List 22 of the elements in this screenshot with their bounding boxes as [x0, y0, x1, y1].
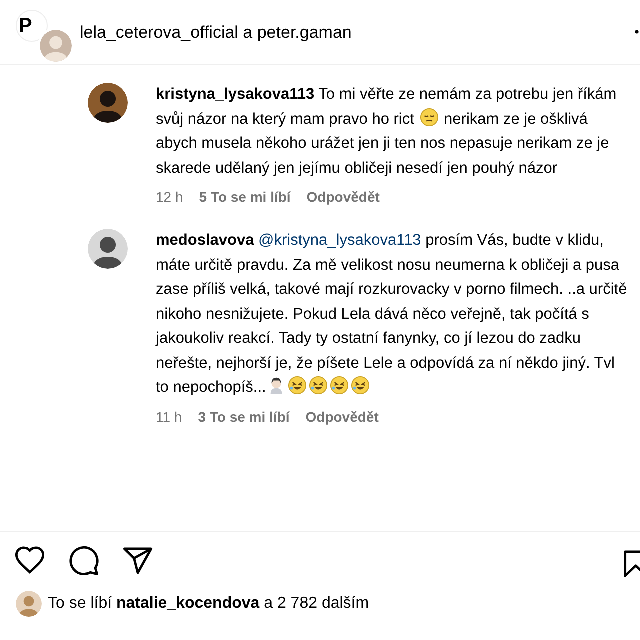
- more-options-icon[interactable]: [634, 30, 640, 34]
- profile-logo[interactable]: P: [16, 10, 48, 42]
- reply-link[interactable]: Odpovědět: [306, 189, 380, 205]
- user-avatar[interactable]: [88, 83, 128, 123]
- comment-text: medoslavova @kristyna_lysakova113 prosím Vás, budte v klidu, máte určitě pravdu. Za mě velikost nosu neumerna k obličeji a pusa zase příliš velká, takové mají rozkurovacky v porno filmech. ..a určitě nikoho nesnižujete. Pokud Lela dává něco veřejně, tak počítá s jakoukoliv reakcí. Tady ty ostatní fanynky, co jí lezou do zadku neřešte, nejhorší je, že píšete Lele a odpovídá za ní někdo jiný. Tvl to nepochopíš...: [156, 231, 628, 398]
- comment-time: 12 h: [156, 189, 184, 205]
- comment-text: kristyna_lysakova113 To mi věřte ze nemám za potrebu jen říkám svůj názor na který mam pravo ho rict nerikam ze je ošklivá abych musela někoho urážet jen ji ten nos nepasuje nerikam ze je skarede udělaný jen jejímu obličeji nesedí jen pouhý názor: [156, 85, 618, 178]
- post-authors[interactable]: lela_ceterova_official a peter.gaman: [80, 23, 352, 43]
- user-avatar[interactable]: [88, 229, 128, 269]
- mention-link[interactable]: @kristyna_lysakova113: [258, 232, 422, 249]
- heart-icon[interactable]: [14, 544, 46, 576]
- pensive-face-icon: [420, 108, 439, 126]
- likes-summary: To se líbí natalie_kocendova a 2 782 dalším: [48, 595, 370, 613]
- laughing-face-icon: [351, 376, 370, 395]
- likes-count-link[interactable]: 5 To se mi líbí: [199, 189, 291, 205]
- laughing-face-icon: [309, 376, 328, 395]
- laughing-face-icon: [330, 376, 350, 395]
- reply-link[interactable]: Odpovědět: [306, 408, 379, 424]
- likes-count-link[interactable]: 3 To se mi líbí: [198, 408, 290, 424]
- laughing-face-icon: [288, 376, 308, 395]
- comment-icon[interactable]: [68, 544, 100, 576]
- comment-time: 11 h: [156, 408, 182, 424]
